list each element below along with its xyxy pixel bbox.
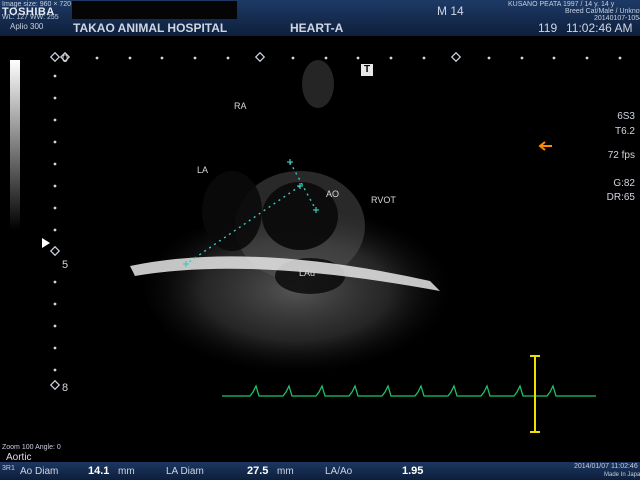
depth-0: 0 xyxy=(62,53,69,65)
label-ao: AO xyxy=(326,189,340,199)
preset-name: HEART-A xyxy=(290,21,344,35)
model-name: Aplio 300 xyxy=(10,22,44,31)
footer-date: 2014/01/07 11:02:46 xyxy=(574,463,638,470)
frame-rate: 72 fps xyxy=(607,150,635,161)
label-la: LA xyxy=(197,165,209,175)
lateral-scale-diamonds xyxy=(59,51,462,63)
orange-arrow-icon xyxy=(538,141,552,151)
ao-diam-label: Ao Diam xyxy=(20,466,59,477)
depth-5: 5 xyxy=(62,259,69,271)
ao-diam-value: 14.1 xyxy=(88,465,110,477)
clock: 11:02:46 AM xyxy=(566,21,633,35)
frame-number: 119 xyxy=(538,21,558,35)
zoom-angle: Zoom 100 Angle: 0 xyxy=(2,444,61,451)
la-diam-unit: mm xyxy=(277,466,294,477)
measure-title: Aortic xyxy=(6,452,32,463)
la-diam-value: 27.5 xyxy=(247,465,269,477)
hospital-name: TAKAO ANIMAL HOSPITAL xyxy=(73,21,228,35)
mode-label: M 14 xyxy=(437,4,464,18)
gain: G:82 xyxy=(613,178,635,189)
ecg-trace xyxy=(222,384,596,397)
la-diam-label: LA Diam xyxy=(166,466,204,477)
made-in: Made In Japan xyxy=(604,472,640,478)
lateral-scale xyxy=(95,56,622,60)
focus-marker-icon xyxy=(42,238,50,248)
label-rvot: RVOT xyxy=(371,195,396,205)
redacted-area xyxy=(72,1,237,19)
wl-ww: WL: 127 WW: 255 xyxy=(2,14,59,21)
la-ao-value: 1.95 xyxy=(402,465,424,477)
ao-diam-unit: mm xyxy=(118,466,135,477)
depth-scale xyxy=(53,74,57,372)
date-code: 20140107-1054 xyxy=(594,15,640,22)
dynamic-range: DR:65 xyxy=(606,192,635,203)
apex-clutter xyxy=(302,60,334,108)
probe-name: 6S3 xyxy=(617,111,635,122)
label-lau: LAu xyxy=(299,268,316,278)
label-ra: RA xyxy=(234,101,247,111)
la-ao-label: LA/Ao xyxy=(325,466,353,477)
corner-code: 3R1 xyxy=(2,465,15,472)
depth-8: 8 xyxy=(62,382,69,394)
thermal-index: T6.2 xyxy=(614,126,635,137)
la-chamber xyxy=(202,171,262,251)
ultrasound-image xyxy=(10,51,622,433)
grayscale-bar xyxy=(10,60,20,230)
transducer-marker-icon: T xyxy=(361,64,373,76)
depth-diamonds xyxy=(49,51,61,391)
